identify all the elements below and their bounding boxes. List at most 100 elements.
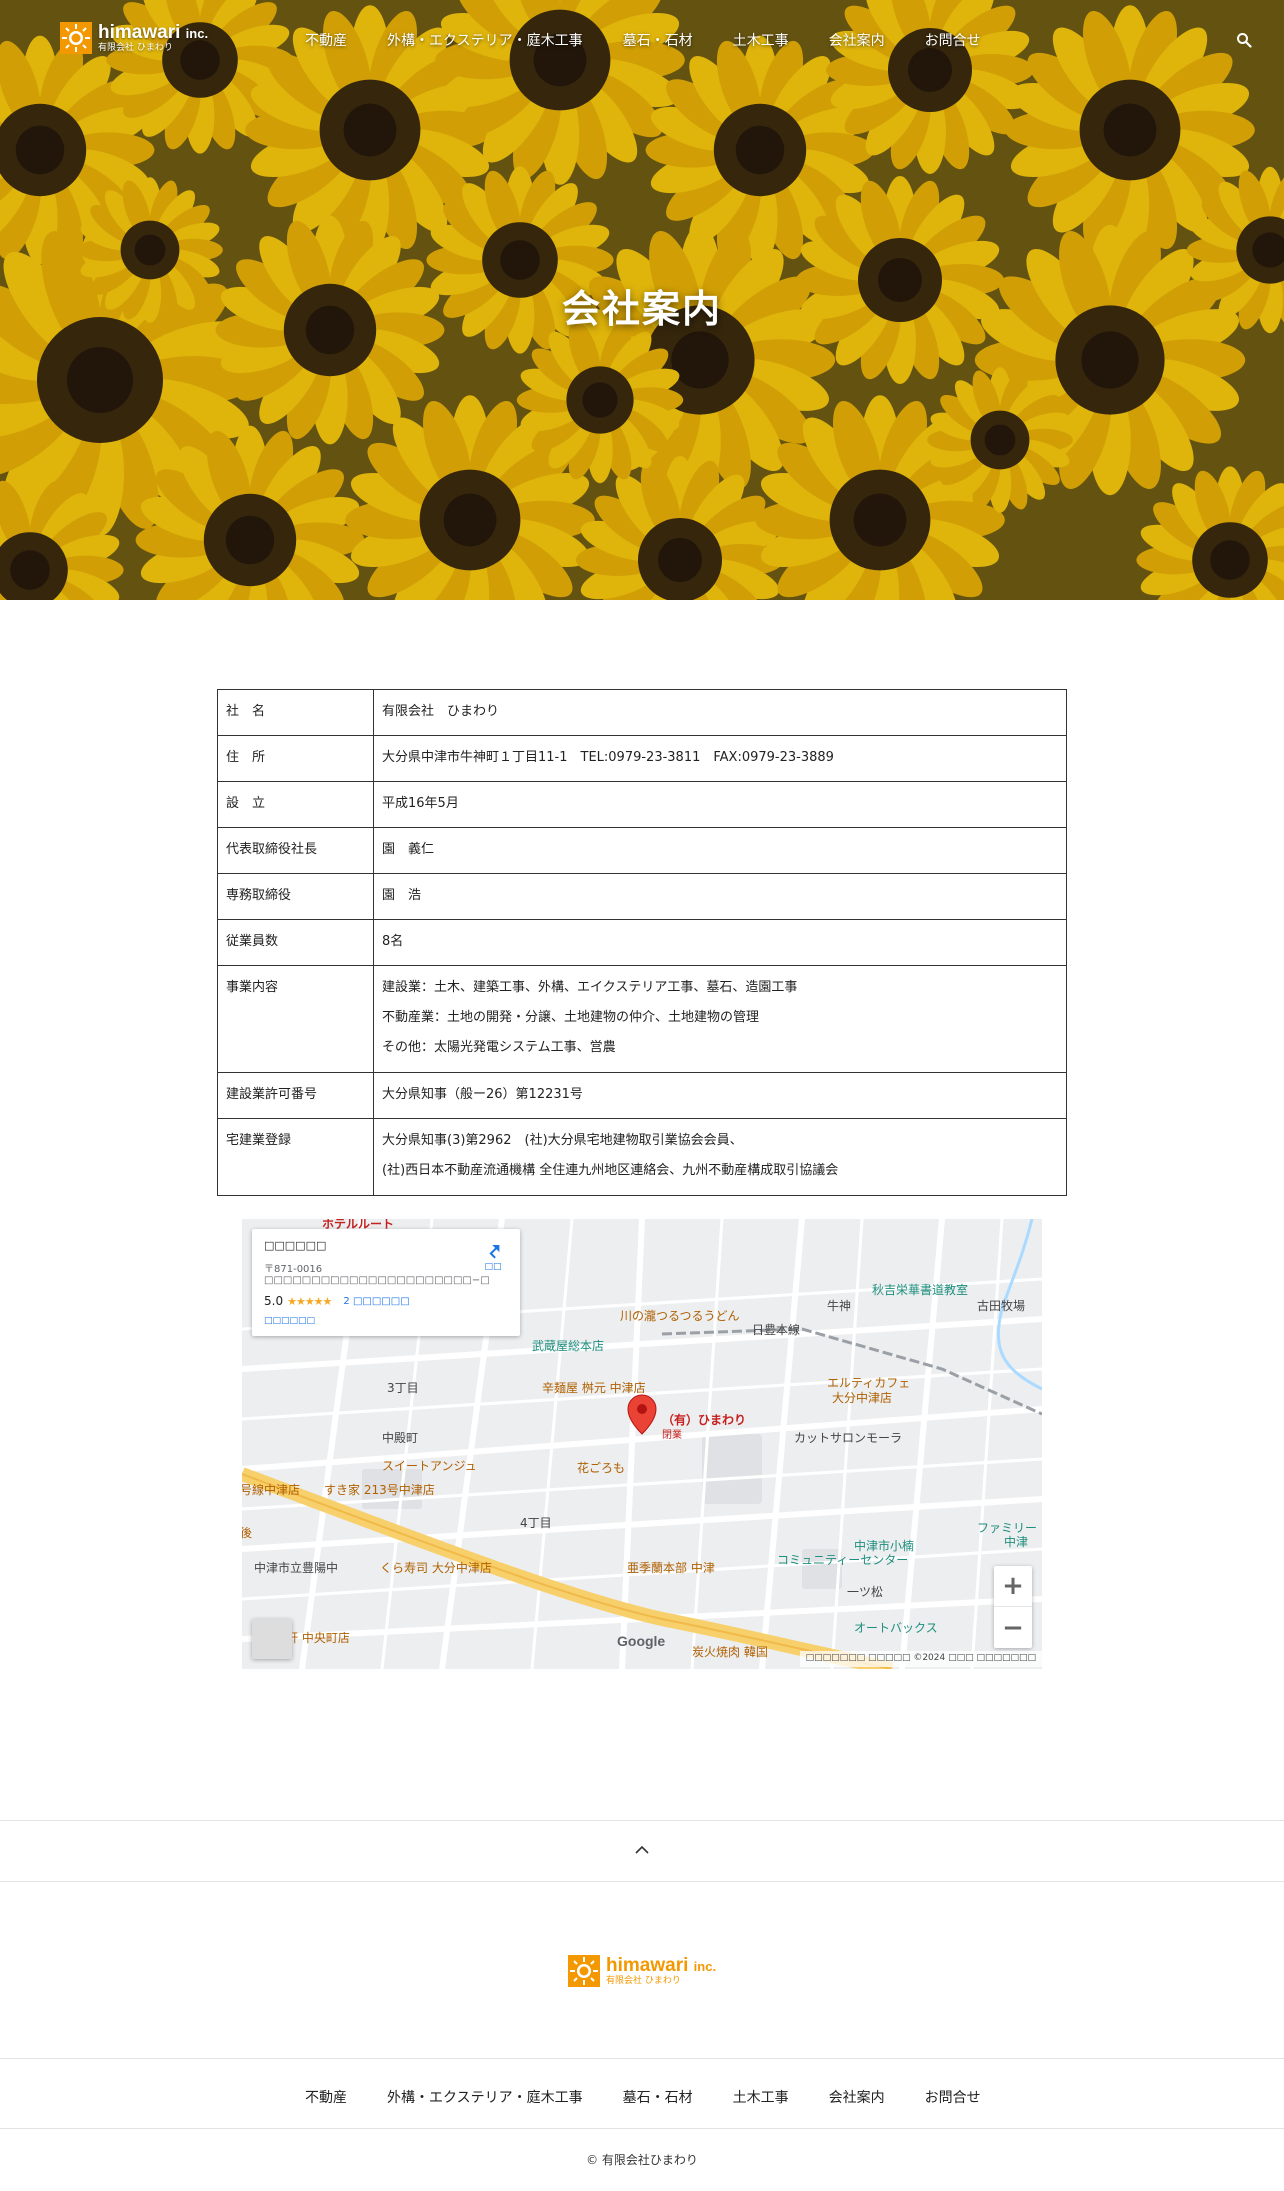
- divider: [0, 1881, 1284, 1882]
- nav-exterior[interactable]: 外構・エクステリア・庭木工事: [387, 30, 583, 50]
- map-place-label[interactable]: 武蔵屋総本店: [532, 1337, 604, 1354]
- map-place-label[interactable]: カットサロンモーラ: [794, 1429, 902, 1446]
- footer-logo-japanese: 有限会社 ひまわり: [606, 1976, 681, 1986]
- directions-button[interactable]: □□: [478, 1241, 508, 1272]
- site-logo[interactable]: himawari inc. 有限会社 ひまわり: [60, 22, 208, 54]
- footer-logo[interactable]: himawari inc. 有限会社 ひまわり: [568, 1955, 716, 1987]
- search-icon[interactable]: [1236, 32, 1252, 48]
- nav-real-estate[interactable]: 不動産: [305, 30, 347, 50]
- map-place-label[interactable]: スイートアンジュ: [382, 1457, 477, 1474]
- reviews-link[interactable]: 2 □□□□□□: [343, 1296, 409, 1307]
- divider: [0, 2128, 1284, 2129]
- google-logo: Google: [617, 1633, 666, 1649]
- sun-logo-icon: [568, 1955, 600, 1987]
- zoom-in-button[interactable]: +: [994, 1566, 1032, 1607]
- map-attribution: □□□□□□□ □□□□□ ©2024 □□□ □□□□□□□: [799, 1651, 1042, 1667]
- info-value: 大分県知事(3)第2962 (社)大分県宅地建物取引業協会会員、 (社)西日本不動…: [373, 1118, 1067, 1196]
- footer-nav-company[interactable]: 会社案内: [829, 2087, 885, 2107]
- hero-banner: 会社案内: [0, 0, 1284, 600]
- info-row: 従業員数 8名: [217, 919, 1067, 966]
- map-place-label[interactable]: オートバックス: [854, 1619, 938, 1636]
- google-map[interactable]: ホテルルート 秋吉栄華書道教室 古田牧場 川の瀧つるつるうどん 牛神 日豊本線 武蔵屋総本店…: [242, 1219, 1042, 1669]
- larger-map-link[interactable]: □□□□□□: [264, 1316, 508, 1326]
- place-address: 〒871-0016 □□□□□□□□□□□□□□□□□□□□□□−□: [264, 1264, 490, 1286]
- map-place-label[interactable]: 号線中津店: [242, 1481, 300, 1498]
- footer-logo-wordmark: himawari: [606, 1955, 689, 1976]
- info-label: 専務取締役: [217, 873, 374, 920]
- nav-tombstone[interactable]: 墓石・石材: [623, 30, 693, 50]
- info-value: 大分県中津市牛神町１丁目11-1 TEL:0979-23-3811 FAX:09…: [373, 735, 1067, 782]
- info-value: 有限会社 ひまわり: [373, 689, 1067, 736]
- company-info-table: 社 名有限会社 ひまわり住 所大分県中津市牛神町１丁目11-1 TEL:0979…: [217, 689, 1067, 1196]
- info-value: 建設業：土木、建築工事、外構、エイクステリア工事、墓石、造園工事 不動産業：土地の…: [373, 965, 1067, 1073]
- map-place-label[interactable]: 後: [242, 1524, 252, 1541]
- map-place-label[interactable]: 川の瀧つるつるうどん: [620, 1307, 740, 1324]
- logo-suffix: inc.: [185, 26, 209, 41]
- copyright: © 有限会社ひまわり: [586, 2153, 698, 2167]
- street-view-thumbnail[interactable]: [252, 1619, 292, 1659]
- divider: [0, 2058, 1284, 2059]
- footer-nav-exterior[interactable]: 外構・エクステリア・庭木工事: [387, 2087, 583, 2107]
- nav-contact[interactable]: お問合せ: [925, 30, 981, 50]
- place-name: □□□□□□: [264, 1239, 327, 1252]
- footer-nav: 不動産 外構・エクステリア・庭木工事 墓石・石材 土木工事 会社案内 お問合せ: [305, 2087, 1021, 2107]
- map-place-label[interactable]: 牛神: [827, 1297, 851, 1314]
- map-place-label[interactable]: 4丁目: [520, 1514, 552, 1531]
- page-title: 会社案内: [561, 287, 722, 331]
- nav-company[interactable]: 会社案内: [829, 30, 885, 50]
- map-place-label[interactable]: 中津: [1004, 1533, 1028, 1550]
- footer-nav-contact[interactable]: お問合せ: [925, 2087, 981, 2107]
- zoom-out-button[interactable]: −: [994, 1607, 1032, 1648]
- logo-wordmark: himawari: [98, 22, 181, 43]
- footer-nav-civil-engineering[interactable]: 土木工事: [733, 2087, 789, 2107]
- info-label: 事業内容: [217, 965, 374, 1073]
- info-label: 代表取締役社長: [217, 827, 374, 874]
- place-rating: 5.0 ★★★★★ 2 □□□□□□: [264, 1294, 410, 1308]
- map-place-label[interactable]: 大分中津店: [832, 1389, 892, 1406]
- map-place-label[interactable]: 辛麺屋 桝元 中津店: [542, 1379, 646, 1396]
- map-place-label[interactable]: 炭火焼肉 韓国: [692, 1643, 768, 1660]
- info-label: 従業員数: [217, 919, 374, 966]
- map-place-label[interactable]: くら寿司 大分中津店: [380, 1559, 492, 1576]
- info-label: 住 所: [217, 735, 374, 782]
- map-place-label[interactable]: 3丁目: [387, 1379, 419, 1396]
- marker-status: 閉業: [662, 1430, 682, 1441]
- info-row: 事業内容 建設業：土木、建築工事、外構、エイクステリア工事、墓石、造園工事 不動産業…: [217, 965, 1067, 1073]
- map-place-label[interactable]: 中殿町: [382, 1429, 418, 1446]
- nav-civil-engineering[interactable]: 土木工事: [733, 30, 789, 50]
- place-card: □□□□□□ 〒871-0016 □□□□□□□□□□□□□□□□□□□□□□−…: [252, 1229, 520, 1336]
- info-value: 8名: [373, 919, 1067, 966]
- info-row: 代表取締役社長園 義仁: [217, 827, 1067, 874]
- divider: [0, 1820, 1284, 1821]
- footer-nav-real-estate[interactable]: 不動産: [305, 2087, 347, 2107]
- info-value: 平成16年5月: [373, 781, 1067, 828]
- chevron-up-icon[interactable]: [632, 1840, 652, 1860]
- logo-japanese: 有限会社 ひまわり: [98, 43, 173, 53]
- map-place-label[interactable]: 古田牧場: [977, 1297, 1025, 1314]
- map-place-label[interactable]: 中津市立豊陽中: [254, 1559, 338, 1576]
- info-row: 設 立平成16年5月: [217, 781, 1067, 828]
- info-label: 建設業許可番号: [217, 1072, 374, 1119]
- map-place-label[interactable]: コミュニティーセンター: [777, 1551, 908, 1568]
- info-label: 宅建業登録: [217, 1118, 374, 1196]
- footer-logo-suffix: inc.: [693, 1959, 717, 1974]
- info-row: 建設業許可番号 大分県知事（般ー26）第12231号: [217, 1072, 1067, 1119]
- map-place-label[interactable]: 花ごろも: [577, 1459, 625, 1476]
- map-place-label[interactable]: 一ツ松: [847, 1583, 883, 1600]
- main-nav: 不動産 外構・エクステリア・庭木工事 墓石・石材 土木工事 会社案内 お問合せ: [305, 30, 1021, 50]
- sun-logo-icon: [60, 22, 92, 54]
- map-place-label[interactable]: 亜季蘭本部 中津: [627, 1559, 715, 1576]
- info-value: 園 浩: [373, 873, 1067, 920]
- info-row: 宅建業登録 大分県知事(3)第2962 (社)大分県宅地建物取引業協会会員、 (社)…: [217, 1118, 1067, 1196]
- site-header: himawari inc. 有限会社 ひまわり 不動産 外構・エクステリア・庭木…: [0, 0, 1284, 80]
- info-row: 専務取締役園 浩: [217, 873, 1067, 920]
- info-label: 社 名: [217, 689, 374, 736]
- info-label: 設 立: [217, 781, 374, 828]
- map-place-label[interactable]: 秋吉栄華書道教室: [872, 1281, 968, 1298]
- zoom-control: + −: [994, 1566, 1032, 1648]
- info-row: 住 所大分県中津市牛神町１丁目11-1 TEL:0979-23-3811 FAX…: [217, 735, 1067, 782]
- map-place-label[interactable]: すき家 213号中津店: [324, 1481, 435, 1498]
- directions-icon: [489, 1245, 500, 1259]
- footer-nav-tombstone[interactable]: 墓石・石材: [623, 2087, 693, 2107]
- map-place-label[interactable]: 日豊本線: [752, 1321, 800, 1338]
